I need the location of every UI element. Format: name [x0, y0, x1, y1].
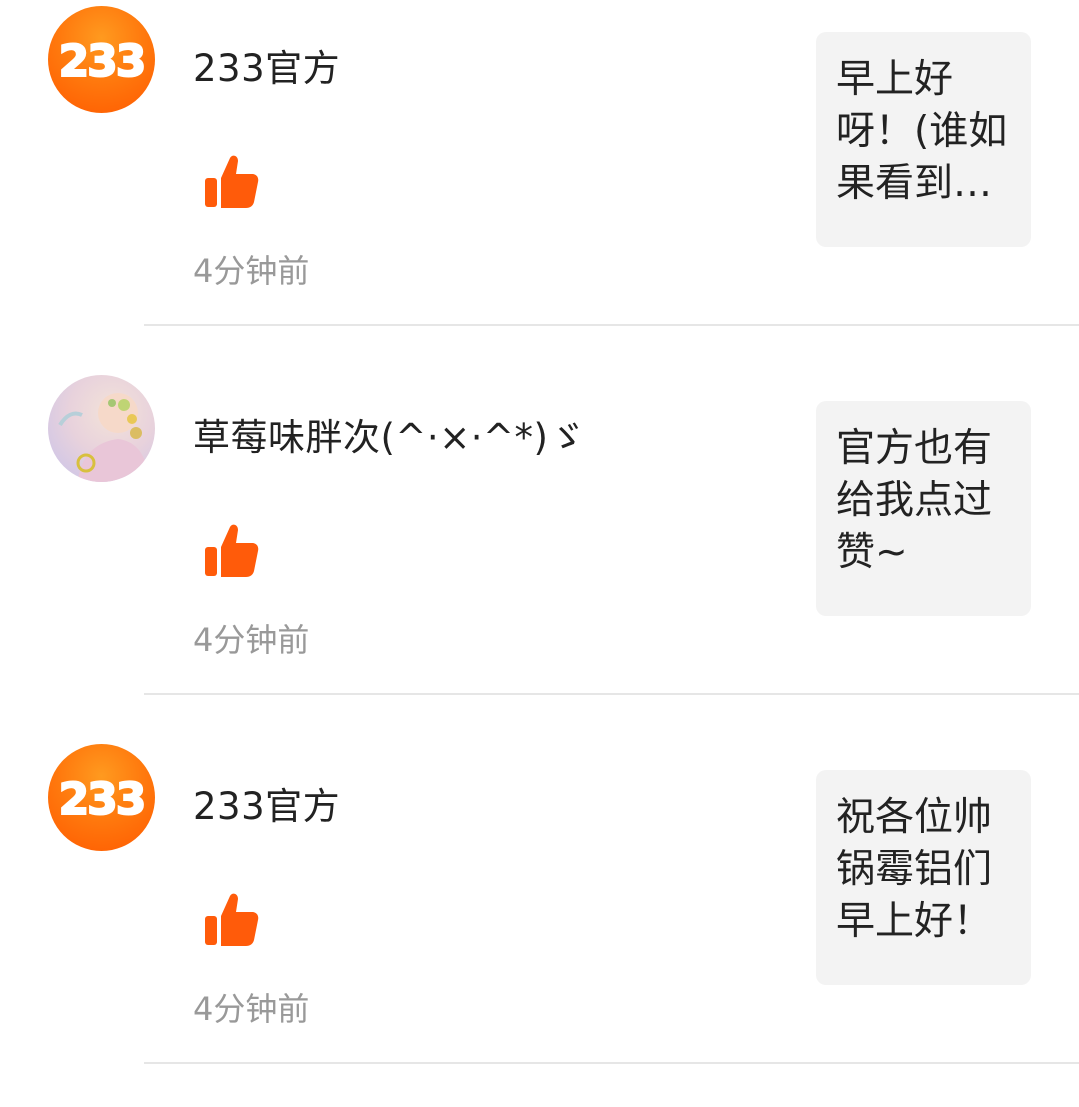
- list-item[interactable]: 233 233官方 4分钟前 祝各位帅锅霉铝们早上好！: [0, 738, 1079, 1107]
- official-233-logo-icon: 233: [58, 35, 148, 88]
- list-item[interactable]: 233 233官方 4分钟前 早上好呀！(谁如果看到…: [0, 0, 1079, 369]
- thumbs-up-icon[interactable]: [202, 521, 260, 579]
- avatar[interactable]: [48, 375, 155, 482]
- timestamp: 4分钟前: [193, 990, 310, 1028]
- divider: [144, 693, 1079, 695]
- divider: [144, 324, 1079, 326]
- avatar[interactable]: 233: [48, 6, 155, 113]
- svg-text:233: 233: [59, 774, 145, 825]
- official-233-logo-icon: 233: [58, 773, 148, 826]
- divider: [144, 1062, 1079, 1064]
- timestamp: 4分钟前: [193, 252, 310, 290]
- comment-text: 早上好呀！(谁如果看到…: [836, 57, 1008, 206]
- username[interactable]: 草莓味胖次(^·×·^*)ゞ: [193, 407, 586, 461]
- avatar[interactable]: 233: [48, 744, 155, 851]
- svg-text:233: 233: [59, 36, 145, 87]
- comment-preview[interactable]: 早上好呀！(谁如果看到…: [816, 32, 1031, 247]
- comment-preview[interactable]: 祝各位帅锅霉铝们早上好！: [816, 770, 1031, 985]
- comment-preview[interactable]: 官方也有给我点过赞~: [816, 401, 1031, 616]
- user-illustration-avatar-icon: [58, 393, 148, 482]
- username[interactable]: 233官方: [193, 38, 340, 92]
- comment-text: 祝各位帅锅霉铝们早上好！: [836, 795, 993, 944]
- thumbs-up-icon[interactable]: [202, 890, 260, 948]
- username[interactable]: 233官方: [193, 776, 340, 830]
- comment-text: 官方也有给我点过赞~: [836, 426, 993, 575]
- list-item[interactable]: 草莓味胖次(^·×·^*)ゞ 4分钟前 官方也有给我点过赞~: [0, 369, 1079, 738]
- timestamp: 4分钟前: [193, 621, 310, 659]
- like-notification-list: 233 233官方 4分钟前 早上好呀！(谁如果看到… 草莓味胖次(^·×·^*…: [0, 0, 1079, 1065]
- thumbs-up-icon[interactable]: [202, 152, 260, 210]
